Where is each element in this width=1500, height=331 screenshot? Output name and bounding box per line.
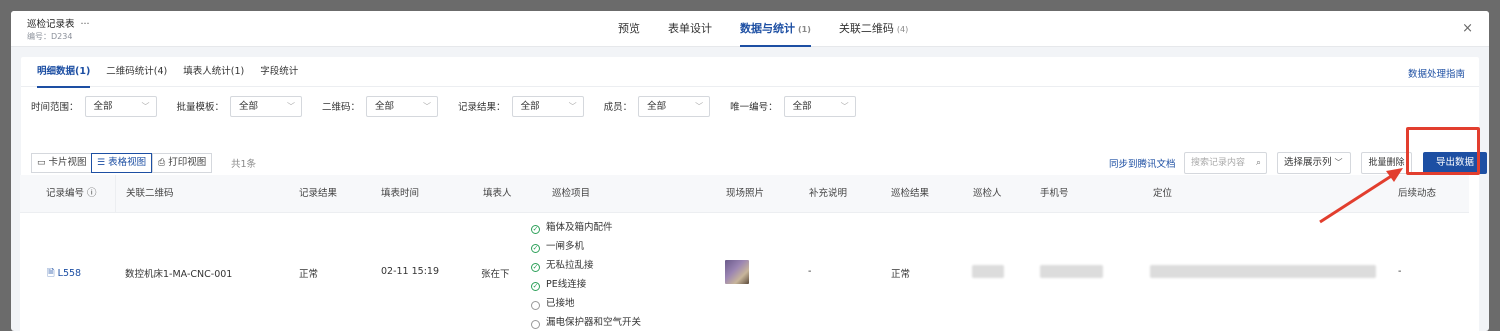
annotation-arrow xyxy=(1319,168,1403,224)
